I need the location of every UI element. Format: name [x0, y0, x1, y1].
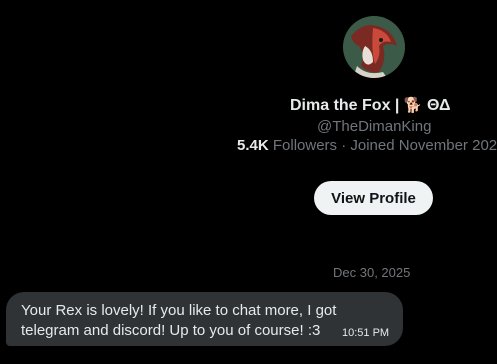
profile-display-name[interactable]: Dima the Fox | 🐕 ΘΔ — [290, 96, 450, 115]
message-bubble[interactable]: Your Rex is lovely! If you like to chat … — [6, 292, 403, 346]
followers-count: 5.4K — [237, 137, 269, 154]
conversation-date: Dec 30, 2025 — [333, 265, 411, 280]
message-timestamp: 10:51 PM — [342, 327, 390, 339]
profile-stats: 5.4K Followers · Joined November 2020 — [237, 137, 497, 154]
display-name-text: Dima the Fox | — [290, 97, 404, 114]
profile-handle: @TheDimanKing — [317, 118, 432, 135]
view-profile-button[interactable]: View Profile — [314, 181, 433, 215]
dog-emoji-icon: 🐕 — [403, 97, 423, 114]
message-text: Your Rex is lovely! If you like to chat … — [21, 302, 337, 339]
display-name-suffix: ΘΔ — [422, 97, 451, 114]
fox-avatar-icon — [343, 16, 405, 78]
profile-avatar[interactable] — [343, 16, 405, 78]
followers-joined-text: Followers · Joined November 2020 — [268, 137, 497, 154]
